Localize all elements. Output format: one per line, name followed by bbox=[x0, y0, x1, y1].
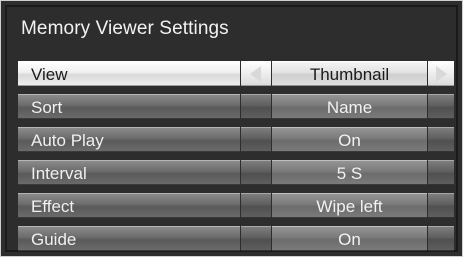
previous-option-button[interactable] bbox=[241, 193, 271, 218]
panel-title: Memory Viewer Settings bbox=[21, 18, 229, 39]
setting-value[interactable]: On bbox=[272, 226, 427, 251]
setting-label: Interval bbox=[18, 160, 240, 185]
setting-label: Auto Play bbox=[18, 127, 240, 152]
memory-viewer-settings-panel: Memory Viewer Settings View Thumbnail So… bbox=[0, 0, 463, 257]
setting-label: Guide bbox=[18, 226, 240, 251]
next-option-button[interactable] bbox=[428, 127, 454, 152]
setting-value[interactable]: Thumbnail bbox=[272, 61, 427, 86]
previous-option-button[interactable] bbox=[241, 127, 271, 152]
setting-value[interactable]: Wipe left bbox=[272, 193, 427, 218]
setting-value[interactable]: Name bbox=[272, 94, 427, 119]
arrow-left-icon bbox=[250, 66, 261, 82]
setting-label: Effect bbox=[18, 193, 240, 218]
setting-row-sort[interactable]: Sort Name bbox=[18, 94, 454, 119]
next-option-button[interactable] bbox=[428, 160, 454, 185]
setting-value[interactable]: 5 S bbox=[272, 160, 427, 185]
setting-label: View bbox=[18, 61, 240, 86]
next-option-button[interactable] bbox=[428, 193, 454, 218]
setting-row-effect[interactable]: Effect Wipe left bbox=[18, 193, 454, 218]
setting-row-view[interactable]: View Thumbnail bbox=[18, 61, 454, 86]
previous-option-button[interactable] bbox=[241, 94, 271, 119]
next-option-button[interactable] bbox=[428, 61, 454, 86]
next-option-button[interactable] bbox=[428, 226, 454, 251]
setting-label: Sort bbox=[18, 94, 240, 119]
next-option-button[interactable] bbox=[428, 94, 454, 119]
previous-option-button[interactable] bbox=[241, 226, 271, 251]
setting-row-interval[interactable]: Interval 5 S bbox=[18, 160, 454, 185]
setting-row-guide[interactable]: Guide On bbox=[18, 226, 454, 251]
setting-value[interactable]: On bbox=[272, 127, 427, 152]
previous-option-button[interactable] bbox=[241, 61, 271, 86]
arrow-right-icon bbox=[436, 66, 447, 82]
previous-option-button[interactable] bbox=[241, 160, 271, 185]
setting-row-auto-play[interactable]: Auto Play On bbox=[18, 127, 454, 152]
